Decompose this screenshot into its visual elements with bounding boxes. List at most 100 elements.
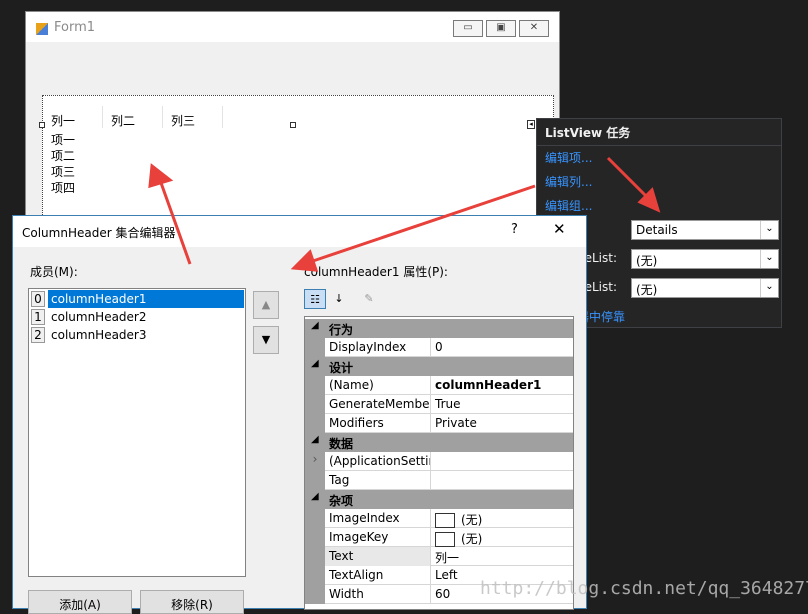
close-button[interactable]: ✕ [553, 220, 566, 238]
large-imagelist-value: (无) [636, 254, 658, 268]
dialog-title: ColumnHeader 集合编辑器 [22, 226, 176, 240]
chevron-down-icon: ⌄ [760, 221, 778, 239]
view-select[interactable]: Details ⌄ [631, 220, 779, 240]
resize-handle[interactable] [39, 122, 45, 128]
row-gutter [305, 585, 325, 604]
resize-handle[interactable] [290, 122, 296, 128]
list-item[interactable]: 0 columnHeader1 [30, 290, 244, 308]
property-pages-icon[interactable]: ✎ [358, 289, 380, 309]
property-name: (Name) [325, 376, 431, 395]
property-name: Modifiers [325, 414, 431, 433]
list-item[interactable]: 2 columnHeader3 [30, 326, 244, 344]
property-name: Tag [325, 471, 431, 490]
small-imagelist-value: (无) [636, 283, 658, 297]
help-button[interactable]: ? [511, 222, 518, 237]
member-index: 1 [31, 309, 45, 325]
row-gutter [305, 414, 325, 433]
property-grid[interactable]: ◢ 行为 DisplayIndex 0 ◢ 设计 (Name) columnHead… [304, 316, 574, 610]
category-design[interactable]: ◢ 设计 [305, 357, 573, 376]
property-row[interactable]: ImageKey (无) [305, 528, 573, 547]
row-gutter [305, 566, 325, 585]
members-list[interactable]: 0 columnHeader1 1 columnHeader2 2 column… [28, 288, 246, 577]
category-label: 行为 [329, 323, 354, 337]
property-value-with-swatch[interactable]: (无) [431, 528, 573, 547]
member-name: columnHeader2 [51, 310, 147, 324]
category-label: 杂项 [329, 494, 354, 508]
add-button[interactable]: 添加(A) [28, 590, 132, 614]
remove-button[interactable]: 移除(R) [140, 590, 244, 614]
smart-tag-glyph-icon[interactable]: ◂ [527, 120, 535, 129]
divider [537, 145, 781, 146]
listview-control[interactable]: 列一 列二 列三 项一 项二 项三 项四 [42, 95, 554, 225]
row-gutter [305, 509, 325, 528]
listview-item[interactable]: 项四 [51, 180, 75, 196]
property-value[interactable]: columnHeader1 [431, 376, 573, 395]
move-down-button[interactable]: ▼ [253, 326, 279, 354]
listview-column-header[interactable]: 列一 [43, 106, 103, 128]
collapse-icon[interactable]: ◢ [311, 491, 319, 502]
row-gutter [305, 547, 325, 566]
property-row[interactable]: Tag [305, 471, 573, 490]
categorized-icon[interactable]: ☷ [304, 289, 326, 309]
image-swatch [435, 532, 455, 547]
category-behavior[interactable]: ◢ 行为 [305, 319, 573, 338]
edit-groups-link[interactable]: 编辑组... [545, 197, 592, 214]
property-name: DisplayIndex [325, 338, 431, 357]
large-imagelist-select[interactable]: (无) ⌄ [631, 249, 779, 269]
property-name: ImageIndex [325, 509, 431, 528]
property-value[interactable] [431, 471, 573, 490]
image-swatch [435, 513, 455, 528]
move-up-button[interactable]: ▲ [253, 291, 279, 319]
property-name: TextAlign [325, 566, 431, 585]
property-row[interactable]: Text 列一 [305, 547, 573, 566]
property-row[interactable]: DisplayIndex 0 [305, 338, 573, 357]
category-label: 设计 [329, 361, 354, 375]
category-misc[interactable]: ◢ 杂项 [305, 490, 573, 509]
category-data[interactable]: ◢ 数据 [305, 433, 573, 452]
property-name: ImageKey [325, 528, 431, 547]
chevron-down-icon: ⌄ [760, 250, 778, 268]
collapse-icon[interactable]: ◢ [311, 434, 319, 445]
listview-column-header[interactable]: 列三 [163, 106, 223, 128]
property-value: (无) [461, 532, 483, 546]
collapse-icon[interactable]: ◢ [311, 320, 319, 331]
arrow-down-icon: ▼ [261, 333, 271, 346]
property-row[interactable]: (Name) columnHeader1 [305, 376, 573, 395]
property-row[interactable]: › (ApplicationSettir [305, 452, 573, 471]
member-name: columnHeader1 [48, 290, 244, 308]
listview-item[interactable]: 项二 [51, 148, 75, 164]
row-gutter [305, 338, 325, 357]
property-value[interactable] [431, 452, 573, 471]
property-value[interactable]: Private [431, 414, 573, 433]
designer-form-window: Form1 ▭ ▣ ✕ 列一 列二 列三 项一 项二 项三 项四 ◂ [25, 11, 560, 242]
maximize-icon[interactable]: ▣ [486, 20, 516, 37]
edit-items-link[interactable]: 编辑项... [545, 149, 592, 166]
property-row[interactable]: Modifiers Private [305, 414, 573, 433]
property-value[interactable]: True [431, 395, 573, 414]
column-header-collection-editor: ColumnHeader 集合编辑器 ? ✕ 成员(M): 0 columnHe… [12, 215, 587, 614]
close-icon[interactable]: ✕ [519, 20, 549, 37]
small-imagelist-select[interactable]: (无) ⌄ [631, 278, 779, 298]
property-value[interactable]: 列一 [431, 547, 573, 566]
chevron-down-icon: ⌄ [760, 279, 778, 297]
expand-icon[interactable]: › [305, 452, 325, 471]
member-name: columnHeader3 [51, 328, 147, 342]
property-row[interactable]: GenerateMembe True [305, 395, 573, 414]
arrow-up-icon: ▲ [261, 298, 271, 311]
listview-column-header[interactable]: 列二 [103, 106, 163, 128]
property-value[interactable]: 0 [431, 338, 573, 357]
tasks-panel-title: ListView 任务 [545, 126, 631, 140]
form-titlebar: Form1 ▭ ▣ ✕ [26, 12, 559, 42]
row-gutter [305, 376, 325, 395]
property-row[interactable]: ImageIndex (无) [305, 509, 573, 528]
minimize-icon[interactable]: ▭ [453, 20, 483, 37]
alphabetical-icon[interactable]: ↓ [328, 289, 350, 309]
listview-item[interactable]: 项三 [51, 164, 75, 180]
properties-label: columnHeader1 属性(P): [304, 265, 448, 279]
edit-columns-link[interactable]: 编辑列... [545, 173, 592, 190]
property-value-with-swatch[interactable]: (无) [431, 509, 573, 528]
property-name: Text [325, 547, 431, 566]
collapse-icon[interactable]: ◢ [311, 358, 319, 369]
listview-item[interactable]: 项一 [51, 132, 75, 148]
list-item[interactable]: 1 columnHeader2 [30, 308, 244, 326]
